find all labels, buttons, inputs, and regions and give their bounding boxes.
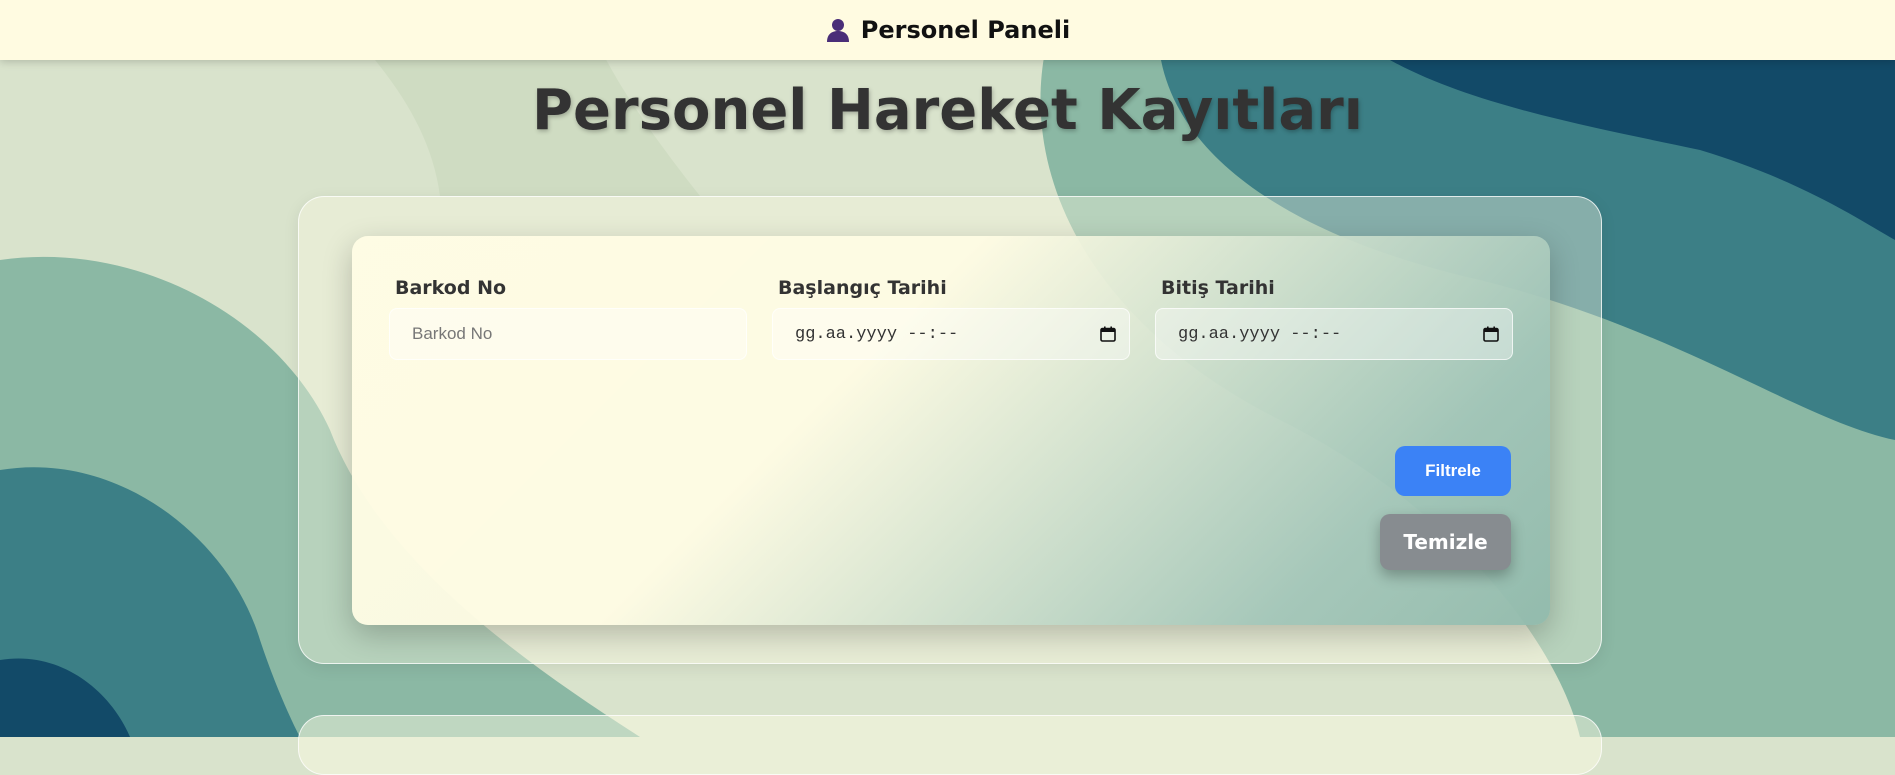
calendar-icon[interactable] [1483, 326, 1499, 342]
filter-form: Barkod No Başlangıç Tarihi gg.aa.yyyy --… [352, 236, 1550, 625]
top-navbar: Personel Paneli [0, 0, 1895, 60]
clear-button[interactable]: Temizle [1380, 514, 1511, 570]
barcode-field: Barkod No [389, 272, 747, 360]
barcode-label: Barkod No [395, 277, 507, 299]
filter-panel: Barkod No Başlangıç Tarihi gg.aa.yyyy --… [298, 196, 1602, 664]
start-date-label: Başlangıç Tarihi [778, 277, 947, 299]
end-date-value: gg.aa.yyyy --:-- [1178, 324, 1342, 344]
filter-button[interactable]: Filtrele [1395, 446, 1511, 496]
panel-title: Personel Paneli [860, 16, 1071, 44]
end-date-label: Bitiş Tarihi [1161, 277, 1275, 299]
start-date-input[interactable]: gg.aa.yyyy --:-- [772, 308, 1130, 360]
results-panel [298, 715, 1602, 775]
page-title: Personel Hareket Kayıtları [532, 78, 1363, 143]
calendar-icon[interactable] [1100, 326, 1116, 342]
end-date-field: Bitiş Tarihi gg.aa.yyyy --:-- [1155, 272, 1513, 360]
start-date-field: Başlangıç Tarihi gg.aa.yyyy --:-- [772, 272, 1130, 360]
user-icon [826, 19, 849, 42]
start-date-value: gg.aa.yyyy --:-- [795, 324, 959, 344]
barcode-input[interactable] [412, 324, 733, 344]
barcode-input-box [389, 308, 747, 360]
panel-brand[interactable]: Personel Paneli [825, 16, 1070, 44]
end-date-input[interactable]: gg.aa.yyyy --:-- [1155, 308, 1513, 360]
